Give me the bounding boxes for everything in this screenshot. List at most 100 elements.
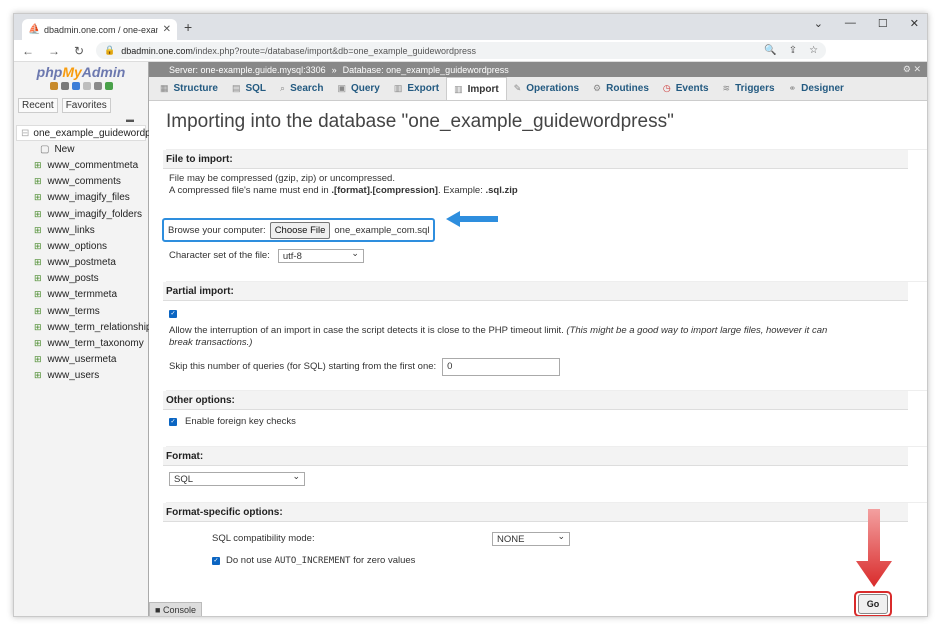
file-browse-row: Browse your computer: Choose File one_ex… [162,218,436,242]
note-format: .[format].[compression] [331,185,438,196]
console-toggle[interactable]: ■ Console [149,602,202,616]
tree-new[interactable]: ▢ New [14,141,148,157]
tab-label: Structure [173,83,218,94]
back-icon[interactable]: ← [22,44,34,58]
tab-designer[interactable]: ⚭ Designer [782,77,851,100]
maximize-icon[interactable]: ☐ [878,17,888,30]
browser-tab-bar: ⛵ dbadmin.one.com / one-example ✕ + ⌄ — … [14,14,927,40]
tree-table[interactable]: ⊞ www_imagify_folders [14,206,148,222]
settings-icon[interactable] [93,82,102,90]
format-legend: Format: [163,447,908,466]
tab-structure[interactable]: ▦ Structure [153,77,225,100]
tree-table[interactable]: ⊞ www_posts [14,271,148,287]
skip-input[interactable]: 0 [442,358,561,376]
reload-icon[interactable]: ↻ [74,44,84,58]
table-name: www_terms [47,305,100,317]
close-window-icon[interactable]: ✕ [910,17,919,30]
format-select[interactable]: SQL [169,470,305,486]
tab-export[interactable]: ▥ Export [387,77,446,100]
table-name: www_posts [47,273,99,285]
tree-table[interactable]: ⊞ www_termmeta [14,287,148,303]
tree-table[interactable]: ⊞ www_commentmeta [14,157,148,173]
reload-nav-icon[interactable] [104,82,113,90]
chevron-down-icon[interactable]: ⌄ [814,17,823,30]
file-note-compressed: File may be compressed (gzip, zip) or un… [169,173,395,184]
database-icon: ⊟ [21,127,30,139]
new-tab-icon[interactable]: + [184,19,192,35]
pma-sidebar: phpMyAdmin Recent Favorites ▬ ⊟ one_examp… [14,62,170,616]
tab-triggers[interactable]: ≋ Triggers [716,77,782,100]
close-tab-icon[interactable]: ✕ [163,24,171,35]
blue-pointer-arrow [446,211,498,227]
console-icon: ■ [155,605,161,615]
tree-table[interactable]: ⊞ www_terms [14,303,148,319]
tab-label: Search [290,83,324,94]
partial-checkbox[interactable]: ✓ [169,310,177,318]
url-field[interactable]: 🔒 dbadmin.one.com /index.php?route=/data… [96,42,827,59]
logo-php: php [36,64,63,80]
charset-label: Character set of the file: [169,250,270,261]
tab-import[interactable]: ▥ Import [446,77,507,100]
charset-select[interactable]: utf-8 [277,247,364,263]
sql-icon: ▤ [231,83,241,93]
tab-routines[interactable]: ⚙ Routines [586,77,656,100]
compat-select[interactable]: NONE [492,530,570,546]
tree-database[interactable]: ⊟ one_example_guidewordpress [16,125,170,142]
fk-checkbox[interactable]: ✓ [169,418,177,426]
table-name: www_links [47,224,95,236]
autoinc-label: Do not use AUTO_INCREMENT for zero value… [226,555,415,567]
table-name: www_termmeta [47,289,118,301]
tab-query[interactable]: ▣ Query [330,77,386,100]
tree-table[interactable]: ⊞ www_options [14,238,148,254]
server-crumb[interactable]: Server: one-example.guide.mysql:3306 [169,65,326,75]
zoom-icon[interactable]: 🔍 [764,45,776,56]
tree-table[interactable]: ⊞ www_term_relationships [14,319,156,335]
main-content: Importing into the database "one_example… [149,101,927,616]
tree-table[interactable]: ⊞ www_term_taxonomy [14,335,148,351]
favorites-tab[interactable]: Favorites [61,98,111,113]
tree-table[interactable]: ⊞ www_usermeta [14,352,148,368]
table-icon: ⊞ [34,338,42,349]
tab-label: Designer [801,83,844,94]
tree-table[interactable]: ⊞ www_imagify_files [14,190,148,206]
search-icon: ⌕ [280,83,286,93]
tree-table[interactable]: ⊞ www_links [14,222,148,238]
tab-label: Routines [606,83,649,94]
clock-icon: ◷ [662,83,671,93]
collapse-icon[interactable]: ▬ [14,115,148,125]
choose-file-button[interactable]: Choose File [269,221,331,239]
logo-my: My [62,64,82,80]
settings-gear-icon[interactable]: ⚙ ✕ [903,64,921,75]
address-bar-row: ← → ↻ 🔒 dbadmin.one.com /index.php?route… [14,40,927,62]
browse-label: Browse your computer: [168,224,266,236]
phpmyadmin-logo[interactable]: phpMyAdmin [14,62,148,82]
home-icon[interactable] [49,82,58,90]
share-icon[interactable]: ⇪ [789,45,797,56]
query-icon: ▣ [337,83,346,93]
browser-tab[interactable]: ⛵ dbadmin.one.com / one-example ✕ [22,19,177,40]
recent-tab[interactable]: Recent [18,98,58,113]
tab-events[interactable]: ◷ Events [656,77,716,100]
go-button[interactable]: Go [858,594,888,614]
table-icon: ⊞ [34,289,42,300]
tab-sql[interactable]: ▤ SQL [225,77,273,100]
tree-table[interactable]: ⊞ www_comments [14,174,148,190]
table-name: www_comments [47,176,121,188]
table-icon: ⊞ [34,208,42,219]
forward-icon[interactable]: → [48,44,60,58]
tab-label: SQL [245,83,267,94]
minimize-icon[interactable]: — [845,17,856,30]
tree-table[interactable]: ⊞ www_postmeta [14,255,148,271]
help-icon[interactable] [71,82,80,90]
tab-search[interactable]: ⌕ Search [273,77,330,100]
autoinc-checkbox[interactable]: ✓ [212,557,220,565]
tab-title: dbadmin.one.com / one-example [44,24,158,35]
new-table-icon: ▢ [40,143,50,155]
tree-table[interactable]: ⊞ www_users [14,368,148,384]
logo-admin: Admin [81,64,126,80]
bookmark-star-icon[interactable]: ☆ [809,45,818,56]
tab-operations[interactable]: ✎ Operations [507,77,586,100]
docs-icon[interactable] [82,82,91,90]
database-crumb[interactable]: Database: one_example_guidewordpress [343,65,509,75]
logout-icon[interactable] [60,82,69,90]
